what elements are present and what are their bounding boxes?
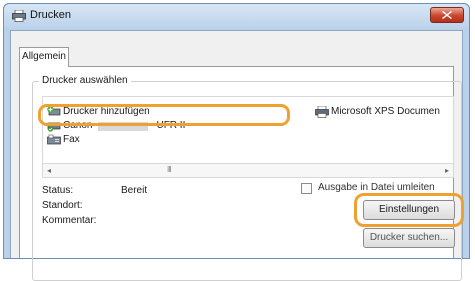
location-row: Standort: bbox=[33, 200, 293, 212]
list-item-fax[interactable]: Fax bbox=[47, 133, 80, 147]
status-value: Bereit bbox=[121, 185, 148, 196]
group-title: Drucker auswählen bbox=[39, 75, 131, 86]
redacted-model bbox=[98, 121, 149, 131]
horizontal-scrollbar[interactable]: ◂ III ▸ bbox=[42, 164, 454, 178]
tab-general[interactable]: Allgemein bbox=[19, 47, 69, 67]
print-dialog: Drucken Allgemein Drucker auswählen Druc… bbox=[3, 3, 470, 281]
close-icon bbox=[442, 11, 452, 19]
scroll-left-icon[interactable]: ◂ bbox=[47, 166, 51, 175]
add-printer-icon bbox=[47, 106, 61, 118]
dialog-body: Allgemein Drucker auswählen Drucker hinz… bbox=[10, 30, 464, 281]
title-bar: Drucken bbox=[4, 4, 469, 28]
comment-row: Kommentar: bbox=[33, 215, 293, 227]
settings-button[interactable]: Einstellungen bbox=[363, 200, 455, 220]
printer-name-prefix: Canon bbox=[63, 120, 93, 131]
printer-name: Drucker hinzufügen bbox=[63, 106, 150, 117]
print-to-file-label[interactable]: Ausgabe in Datei umleiten bbox=[318, 182, 435, 193]
fax-icon bbox=[47, 134, 61, 146]
status-row: Status: Bereit bbox=[33, 185, 293, 197]
printer-list[interactable]: Drucker hinzufügen Microsoft XPS Documen bbox=[42, 96, 454, 164]
list-item-xps[interactable]: Microsoft XPS Documen bbox=[315, 105, 440, 119]
select-printer-group: Drucker auswählen Drucker hinzufügen Mic… bbox=[32, 75, 464, 281]
find-printer-button[interactable]: Drucker suchen... bbox=[363, 228, 455, 248]
window-title: Drucken bbox=[30, 9, 71, 21]
printer-name: Fax bbox=[63, 134, 80, 145]
scroll-right-icon[interactable]: ▸ bbox=[445, 166, 449, 175]
list-item-canon[interactable]: Canon UFR II bbox=[47, 119, 185, 133]
list-item-add-printer[interactable]: Drucker hinzufügen bbox=[47, 105, 150, 119]
close-button[interactable] bbox=[430, 7, 464, 23]
comment-label: Kommentar: bbox=[42, 215, 97, 226]
status-label: Status: bbox=[42, 185, 74, 196]
printer-icon bbox=[47, 120, 61, 132]
print-to-file-checkbox[interactable] bbox=[301, 183, 312, 194]
printer-name-suffix: UFR II bbox=[156, 120, 186, 131]
printer-icon bbox=[12, 9, 26, 22]
printer-icon bbox=[315, 105, 329, 118]
location-label: Standort: bbox=[42, 200, 83, 211]
printer-name: Microsoft XPS Documen bbox=[331, 106, 440, 117]
tab-panel-general: Drucker auswählen Drucker hinzufügen Mic… bbox=[19, 66, 464, 281]
scroll-grip-icon[interactable]: III bbox=[167, 165, 172, 174]
